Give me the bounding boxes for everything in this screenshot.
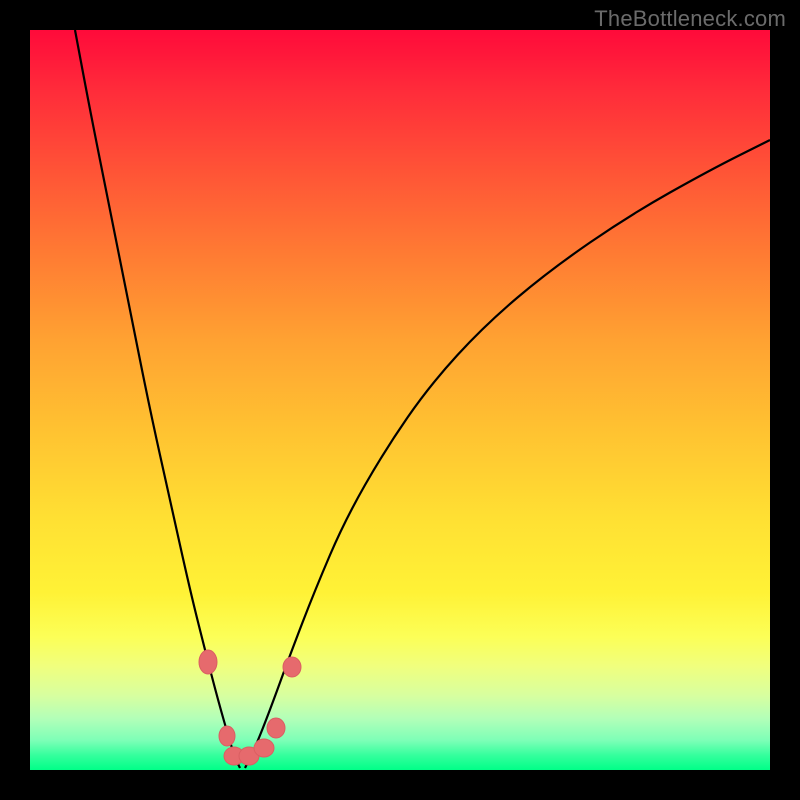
- curve-group: [75, 30, 770, 768]
- right-curve: [245, 140, 770, 768]
- marker-point: [199, 650, 217, 674]
- marker-point: [219, 726, 235, 746]
- chart-plot-area: [30, 30, 770, 770]
- marker-point: [283, 657, 301, 677]
- marker-point: [254, 739, 274, 757]
- marker-point: [267, 718, 285, 738]
- marker-group: [199, 650, 301, 765]
- chart-svg: [30, 30, 770, 770]
- watermark-text: TheBottleneck.com: [594, 6, 786, 32]
